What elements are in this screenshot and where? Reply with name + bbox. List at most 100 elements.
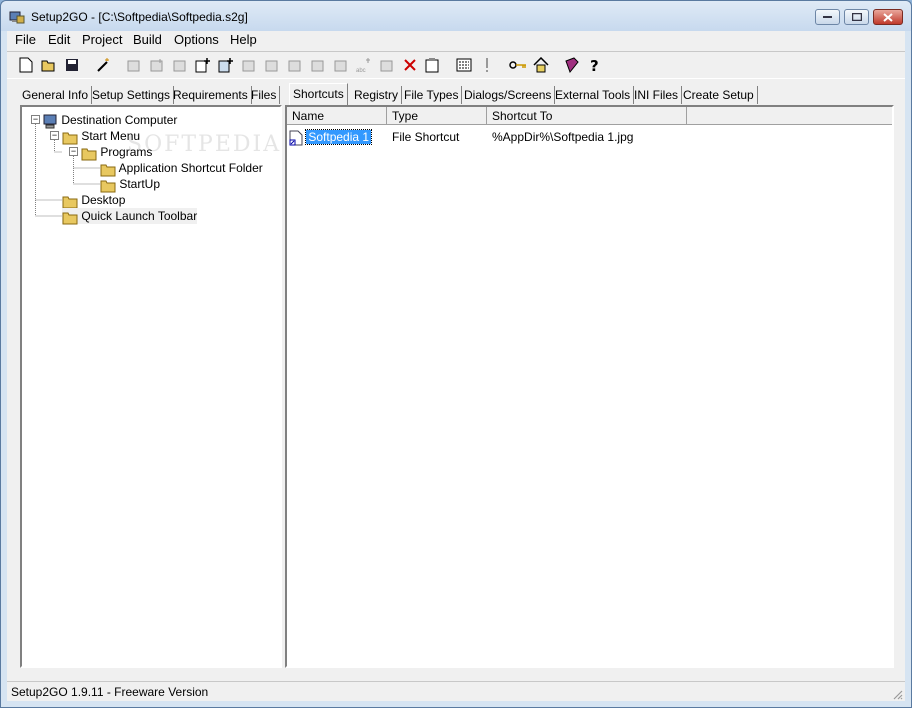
add-item-button[interactable] xyxy=(169,54,191,76)
gray-doc-icon xyxy=(334,60,347,72)
tree-label: Programs xyxy=(100,145,153,159)
rename-icon: abc xyxy=(356,58,370,73)
tree-label: Desktop xyxy=(81,193,126,207)
expand-start-menu-toggle[interactable]: − xyxy=(50,131,59,140)
computer-icon xyxy=(43,114,57,129)
exclamation-icon xyxy=(486,58,488,72)
disabled-tool-2[interactable] xyxy=(261,54,283,76)
tab-requirements[interactable]: Requirements xyxy=(170,86,252,104)
status-text: Setup2GO 1.9.11 - Freeware Version xyxy=(11,685,209,699)
add-file-icon xyxy=(127,60,140,72)
close-icon xyxy=(883,12,893,22)
gray-doc-icon xyxy=(380,60,393,72)
menu-options[interactable]: Options xyxy=(172,32,221,47)
disabled-tool-5[interactable] xyxy=(330,54,352,76)
expand-programs-toggle[interactable]: − xyxy=(69,147,78,156)
tree-label: Destination Computer xyxy=(61,113,178,127)
key-icon xyxy=(509,61,526,69)
tab-dialogs-screens[interactable]: Dialogs/Screens xyxy=(461,86,556,104)
folder-icon xyxy=(62,132,78,145)
shortcut-properties-button[interactable] xyxy=(215,54,237,76)
disabled-tool-4[interactable] xyxy=(307,54,329,76)
book-icon xyxy=(565,57,579,73)
tree-node-start-menu[interactable]: Start Menu xyxy=(62,128,141,145)
tree-node-desktop[interactable]: Desktop xyxy=(62,192,126,209)
menu-project[interactable]: Project xyxy=(80,32,124,47)
properties-icon xyxy=(425,58,439,73)
save-icon xyxy=(66,59,78,71)
tree-node-destination-computer[interactable]: Destination Computer xyxy=(42,112,178,129)
disabled-tool-1[interactable] xyxy=(238,54,260,76)
add-file-button[interactable] xyxy=(123,54,145,76)
toolbar: abc ? xyxy=(7,51,905,79)
new-button[interactable] xyxy=(15,54,37,76)
open-button[interactable] xyxy=(38,54,60,76)
tree-node-application-shortcut-folder[interactable]: Application Shortcut Folder xyxy=(100,160,263,177)
home-button[interactable] xyxy=(530,54,552,76)
title-bar[interactable]: Setup2GO - [C:\Softpedia\Softpedia.s2g] xyxy=(1,1,911,31)
menu-build[interactable]: Build xyxy=(131,32,164,47)
help-button[interactable]: ? xyxy=(584,54,606,76)
add-folder-icon xyxy=(150,59,163,72)
destination-tree[interactable]: SOFTPEDIA − Destination Computer − Start… xyxy=(20,105,282,668)
gray-doc-icon xyxy=(242,60,255,72)
new-shortcut-icon xyxy=(195,58,210,73)
svg-text:?: ? xyxy=(590,57,599,73)
row-name: Softpedia 1 xyxy=(305,129,373,145)
tree-label: Quick Launch Toolbar xyxy=(81,209,198,223)
add-folder-button[interactable] xyxy=(146,54,168,76)
tab-create-setup[interactable]: Create Setup xyxy=(680,86,758,104)
delete-x-icon xyxy=(404,59,416,71)
maximize-button[interactable] xyxy=(844,9,869,25)
column-header-name[interactable]: Name xyxy=(287,107,387,125)
question-mark-icon: ? xyxy=(590,57,599,73)
folder-icon xyxy=(100,180,116,193)
menu-file[interactable]: File xyxy=(13,32,38,47)
tab-shortcuts[interactable]: Shortcuts xyxy=(289,83,348,105)
warning-button[interactable] xyxy=(476,54,498,76)
tree-node-quick-launch-toolbar[interactable]: Quick Launch Toolbar xyxy=(62,208,198,225)
menu-help[interactable]: Help xyxy=(228,32,259,47)
tree-label: Start Menu xyxy=(81,129,141,143)
key-button[interactable] xyxy=(507,54,529,76)
expand-root-toggle[interactable]: − xyxy=(31,115,40,124)
row-name-cell[interactable]: Softpedia 1 xyxy=(289,129,373,146)
resize-grip-icon[interactable] xyxy=(891,688,903,700)
gray-doc-icon xyxy=(265,60,278,72)
folder-icon xyxy=(62,196,78,209)
menu-edit[interactable]: Edit xyxy=(46,32,72,47)
rename-button[interactable]: abc xyxy=(353,54,375,76)
delete-button[interactable] xyxy=(399,54,421,76)
tree-node-startup[interactable]: StartUp xyxy=(100,176,161,193)
properties-button[interactable] xyxy=(422,54,444,76)
home-icon xyxy=(533,57,549,73)
close-window-button[interactable] xyxy=(873,9,903,25)
disabled-tool-3[interactable] xyxy=(284,54,306,76)
tab-registry[interactable]: Registry xyxy=(351,86,403,104)
wizard-button[interactable] xyxy=(92,54,114,76)
column-header-shortcut-to[interactable]: Shortcut To xyxy=(487,107,687,125)
tree-node-programs[interactable]: Programs xyxy=(81,144,153,161)
minimize-button[interactable] xyxy=(815,9,840,25)
column-header-type[interactable]: Type xyxy=(387,107,487,125)
open-folder-icon xyxy=(41,60,55,72)
save-button[interactable] xyxy=(61,54,83,76)
new-shortcut-button[interactable] xyxy=(192,54,214,76)
client-area: File Edit Project Build Options Help abc xyxy=(7,31,905,701)
disabled-tool-6[interactable] xyxy=(376,54,398,76)
tree-label: StartUp xyxy=(119,177,161,191)
help-book-button[interactable] xyxy=(561,54,583,76)
tab-setup-settings[interactable]: Setup Settings xyxy=(89,86,175,104)
tab-ini-files[interactable]: INI Files xyxy=(631,86,683,104)
svg-text:abc: abc xyxy=(356,68,366,73)
tree-label: Application Shortcut Folder xyxy=(118,161,263,175)
maximize-icon xyxy=(851,13,862,21)
tab-file-types[interactable]: File Types xyxy=(401,86,463,104)
tab-general-info[interactable]: General Info xyxy=(19,86,93,104)
calculator-button[interactable] xyxy=(453,54,475,76)
tab-files[interactable]: Files xyxy=(248,86,281,104)
shortcuts-list[interactable]: Name Type Shortcut To Softpedia 1 File S… xyxy=(285,105,894,668)
minimize-icon xyxy=(823,16,832,18)
column-header-filler xyxy=(687,107,892,125)
tab-external-tools[interactable]: External Tools xyxy=(552,86,635,104)
